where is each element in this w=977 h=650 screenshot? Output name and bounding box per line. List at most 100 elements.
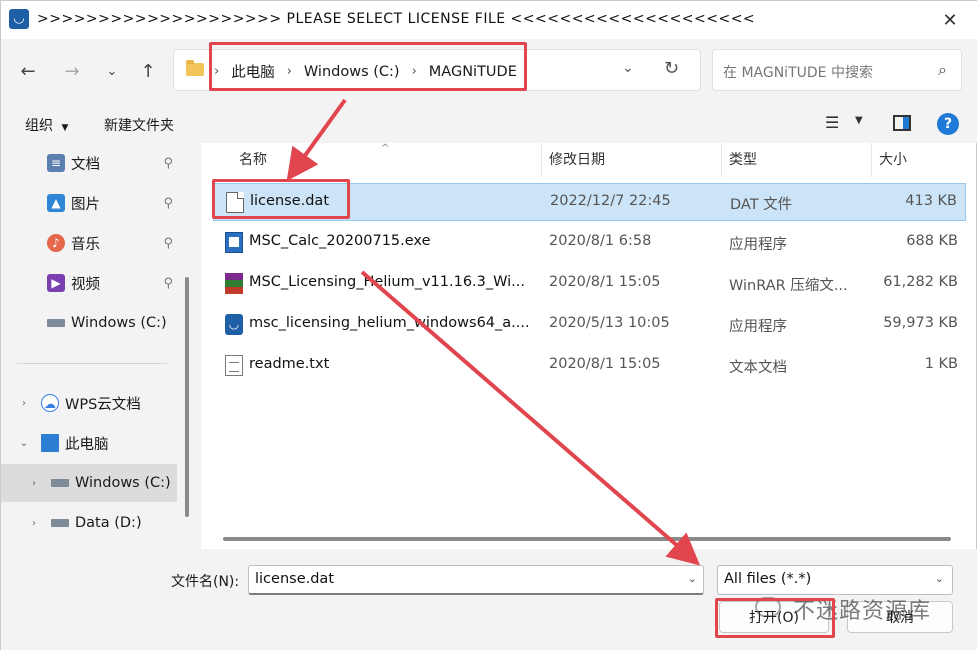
command-bar: 组织 ▼ 新建文件夹 ☰ ▼ ? (1, 103, 977, 143)
breadcrumb-item-magnitude[interactable]: MAGNiTUDE (429, 64, 517, 80)
file-open-dialog: ◡ >>>>>>>>>>>>>>>>>>>> PLEASE SELECT LIC… (0, 0, 977, 650)
sidebar-item-label: WPS云文档 (65, 396, 141, 413)
sidebar-item-pictures[interactable]: ▲ 图片 ⚲ (1, 184, 177, 222)
file-date: 2020/8/1 6:58 (549, 233, 652, 249)
column-divider[interactable] (871, 143, 872, 177)
refresh-button[interactable]: ↻ (664, 58, 679, 79)
organize-label: 组织 (25, 118, 53, 134)
sidebar-item-label: 文档 (71, 156, 100, 173)
chevron-down-icon: ⌄ (106, 64, 118, 79)
cancel-button[interactable]: 取消 (847, 601, 953, 633)
file-name: MSC_Licensing_Helium_v11.16.3_Wi... (249, 274, 526, 290)
table-row[interactable]: readme.txt 2020/8/1 15:05 文本文档 1 KB (213, 347, 966, 385)
installer-icon: ◡ (225, 314, 243, 335)
chevron-right-icon[interactable]: › (27, 478, 41, 489)
organize-menu[interactable]: 组织 ▼ (25, 115, 68, 135)
chevron-right-icon: › (214, 64, 220, 79)
table-row[interactable]: ◡ msc_licensing_helium_windows64_a.... 2… (213, 306, 966, 344)
arrow-up-icon: ↑ (140, 61, 156, 82)
chevron-down-icon: ⌄ (934, 572, 944, 585)
file-size: 59,973 KB (883, 315, 958, 331)
breadcrumb-item-this-pc[interactable]: 此电脑 (231, 61, 275, 82)
file-name: msc_licensing_helium_windows64_a.... (249, 315, 529, 331)
column-header-date[interactable]: 修改日期 (549, 143, 605, 177)
window-title: >>>>>>>>>>>>>>>>>>>> PLEASE SELECT LICEN… (37, 11, 756, 27)
search-input[interactable]: 在 MAGNiTUDE 中搜索 ⌕ (712, 49, 962, 91)
sidebar-item-documents[interactable]: ≡ 文档 ⚲ (1, 144, 177, 182)
sidebar-item-label: Windows (C:) (75, 475, 171, 491)
file-size: 61,282 KB (883, 274, 958, 290)
sidebar-item-this-pc[interactable]: ⌄ 此电脑 (1, 424, 177, 462)
dialog-footer: 文件名(N): license.dat ⌄ All files (*.*) ⌄ … (1, 549, 977, 650)
column-header-size[interactable]: 大小 (879, 143, 907, 177)
table-row[interactable]: MSC_Calc_20200715.exe 2020/8/1 6:58 应用程序… (213, 224, 966, 262)
search-placeholder: 在 MAGNiTUDE 中搜索 (723, 65, 873, 81)
sidebar-item-wps-cloud[interactable]: › ☁ WPS云文档 (1, 384, 177, 422)
file-type: 应用程序 (729, 319, 787, 335)
address-bar[interactable]: › 此电脑 › Windows (C:) › MAGNiTUDE ⌄ ↻ (173, 49, 701, 91)
file-type: 文本文档 (729, 360, 787, 376)
chevron-right-icon[interactable]: › (17, 398, 31, 409)
wechat-logo-icon (755, 597, 781, 617)
music-icon: ♪ (47, 234, 65, 252)
column-header-name[interactable]: 名称 (239, 143, 267, 177)
pin-icon: ⚲ (163, 195, 173, 211)
sidebar-item-data-d[interactable]: › Data (D:) (1, 504, 177, 542)
breadcrumb-item-windows-c[interactable]: Windows (C:) (304, 64, 400, 80)
view-options-icon[interactable]: ☰ (825, 113, 839, 132)
help-icon[interactable]: ? (937, 113, 959, 135)
column-header-type[interactable]: 类型 (729, 143, 757, 177)
pin-icon: ⚲ (163, 275, 173, 291)
file-name: MSC_Calc_20200715.exe (249, 233, 431, 249)
arrow-left-icon: ← (20, 61, 36, 82)
preview-pane-icon[interactable] (893, 115, 911, 131)
horizontal-scrollbar[interactable] (223, 537, 951, 541)
table-row-license-dat[interactable]: license.dat 2022/12/7 22:45 DAT 文件 413 K… (213, 183, 966, 221)
chevron-down-icon[interactable]: ⌄ (17, 438, 31, 449)
table-row[interactable]: MSC_Licensing_Helium_v11.16.3_Wi... 2020… (213, 265, 966, 303)
file-date: 2020/8/1 15:05 (549, 356, 661, 372)
sidebar-item-music[interactable]: ♪ 音乐 ⚲ (1, 224, 177, 262)
close-button[interactable]: ✕ (932, 7, 968, 35)
chevron-down-icon[interactable]: ⌄ (688, 572, 697, 585)
sort-ascending-icon: ^ (381, 143, 390, 154)
file-type-filter[interactable]: All files (*.*) ⌄ (717, 565, 953, 595)
filename-field[interactable]: license.dat ⌄ (248, 565, 704, 595)
forward-button[interactable]: → (59, 59, 85, 85)
picture-icon: ▲ (47, 194, 65, 212)
sidebar-item-windows-c-quick[interactable]: Windows (C:) (1, 304, 177, 342)
breadcrumb: › 此电脑 › Windows (C:) › MAGNiTUDE (214, 61, 517, 82)
file-date: 2020/8/1 15:05 (549, 274, 661, 290)
refresh-icon: ↻ (664, 58, 680, 79)
new-folder-button[interactable]: 新建文件夹 (104, 115, 174, 135)
drive-icon (51, 519, 69, 527)
file-size: 1 KB (924, 356, 958, 372)
chevron-right-icon: › (286, 64, 292, 79)
video-icon: ▶ (47, 274, 65, 292)
sidebar-item-label: 此电脑 (65, 436, 109, 453)
up-button[interactable]: ↑ (135, 59, 161, 85)
filename-value: license.dat (255, 571, 334, 587)
chevron-down-icon: ⌄ (622, 60, 634, 76)
chevron-right-icon[interactable]: › (27, 518, 41, 529)
sidebar-item-label: 音乐 (71, 236, 100, 253)
sidebar-scrollbar[interactable] (185, 277, 189, 517)
pin-icon: ⚲ (163, 155, 173, 171)
column-divider[interactable] (721, 143, 722, 177)
file-list: 名称 ^ 修改日期 类型 大小 license.dat 2022/12/7 22… (201, 143, 976, 549)
sidebar-item-windows-c[interactable]: › Windows (C:) (1, 464, 177, 502)
address-dropdown-button[interactable]: ⌄ (622, 60, 634, 76)
document-icon: ≡ (47, 154, 65, 172)
caret-down-icon[interactable]: ▼ (855, 115, 863, 126)
file-size: 413 KB (905, 193, 957, 209)
title-bar: ◡ >>>>>>>>>>>>>>>>>>>> PLEASE SELECT LIC… (1, 1, 977, 39)
recent-locations-button[interactable]: ⌄ (99, 59, 125, 85)
back-button[interactable]: ← (15, 59, 41, 85)
sidebar-item-videos[interactable]: ▶ 视频 ⚲ (1, 264, 177, 302)
sidebar-item-label: Windows (C:) (71, 315, 167, 331)
column-divider[interactable] (541, 143, 542, 177)
chevron-right-icon: › (411, 64, 417, 79)
file-name: license.dat (250, 193, 329, 209)
navigation-bar: ← → ⌄ ↑ › 此电脑 › Windows (C:) › MAGNiTUDE… (1, 39, 977, 103)
search-icon: ⌕ (938, 60, 947, 79)
